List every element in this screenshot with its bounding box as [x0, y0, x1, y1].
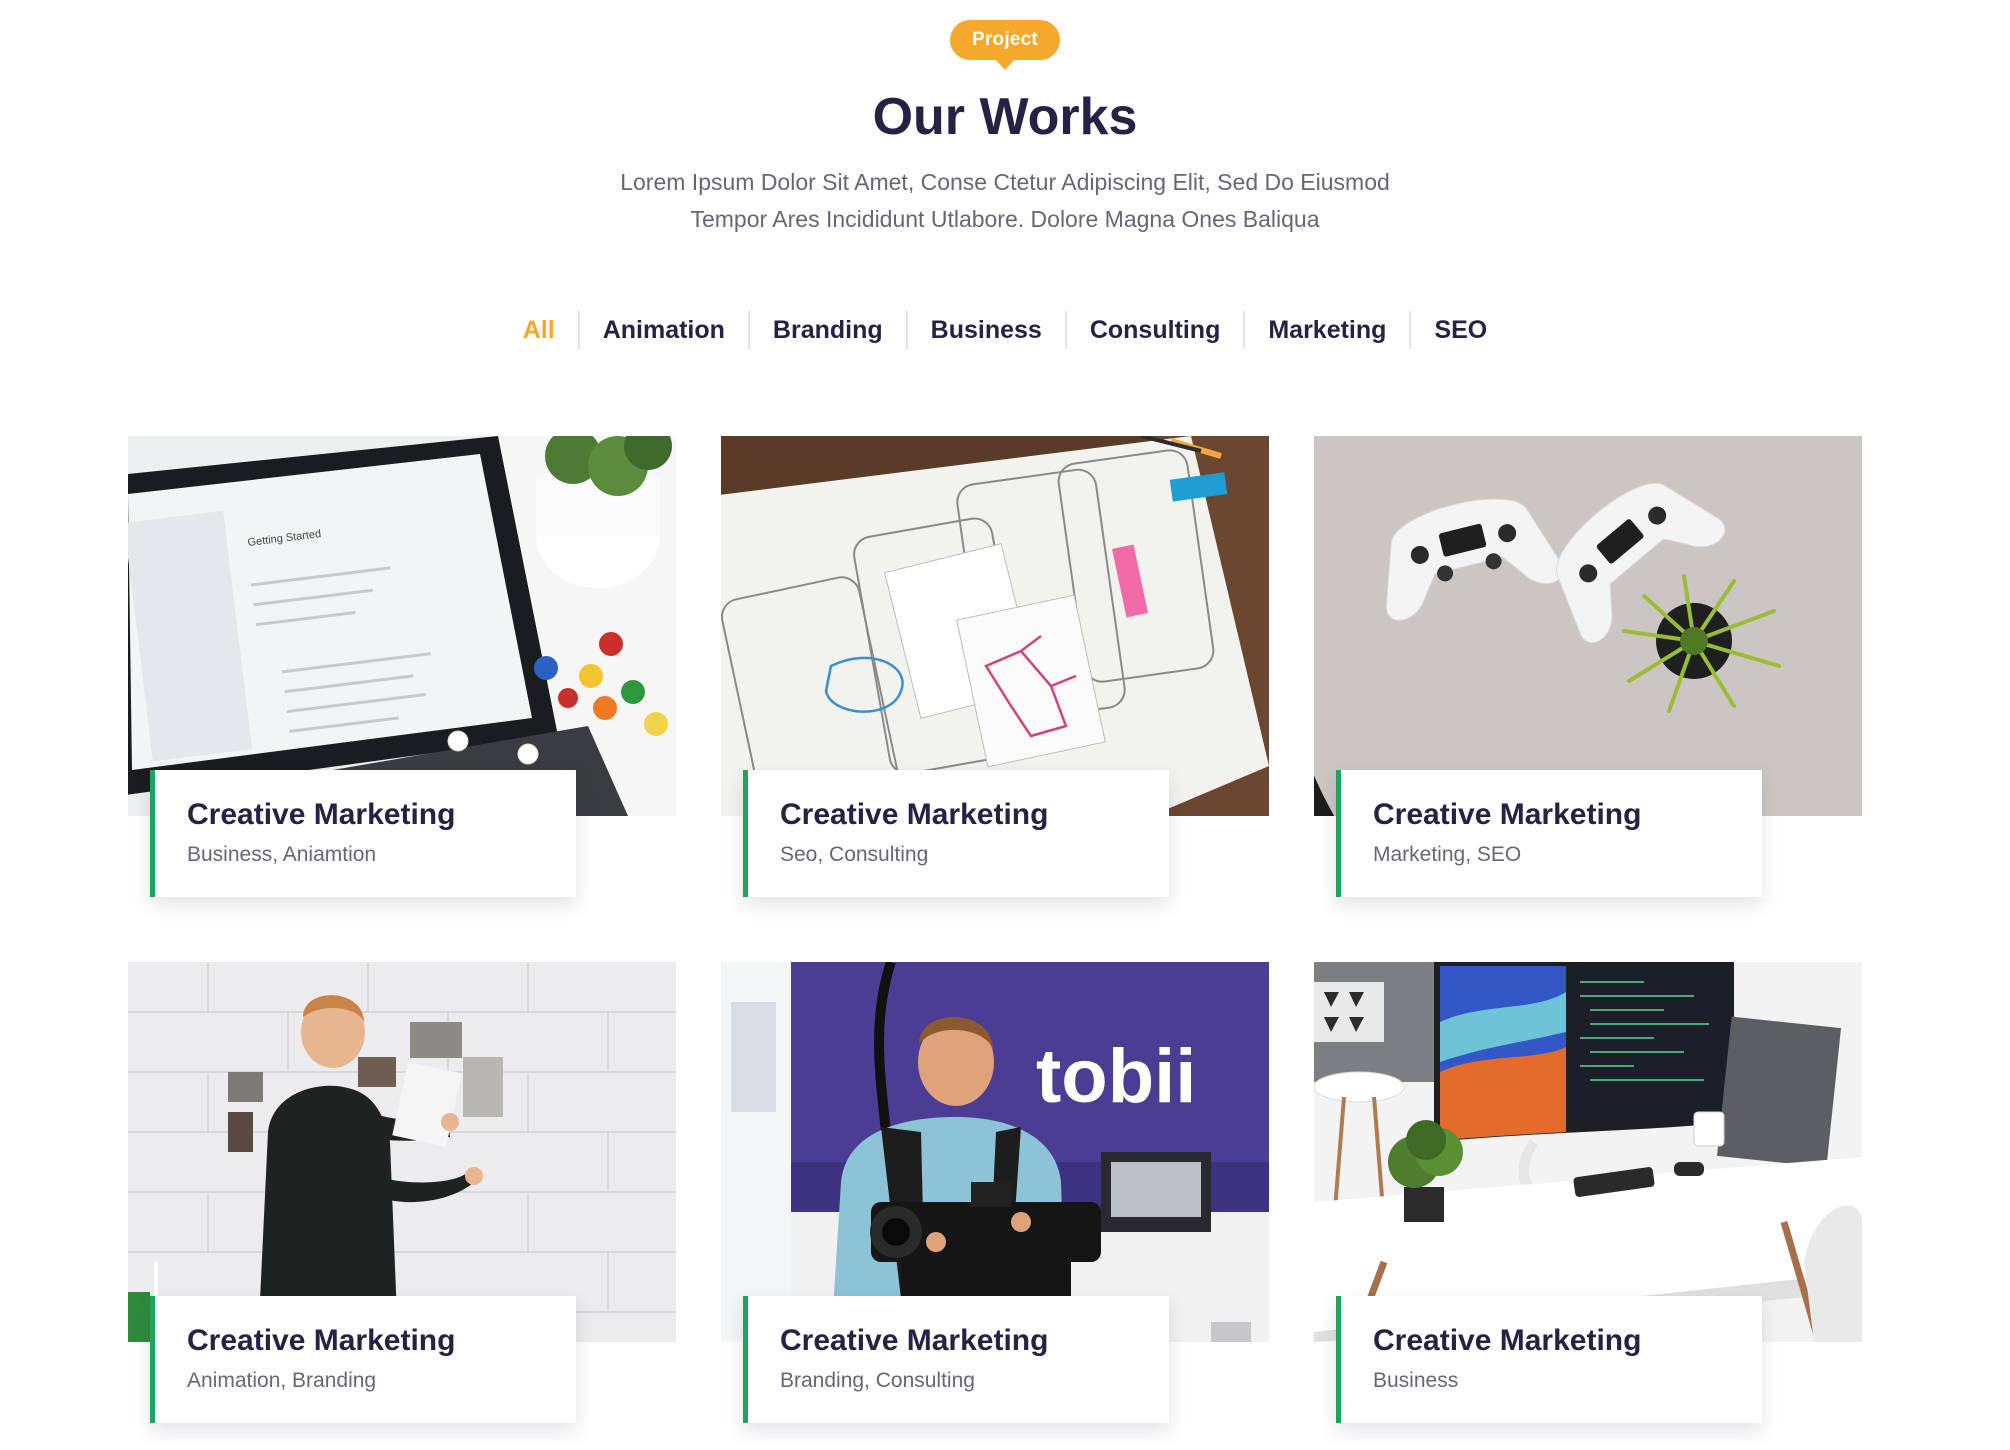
tablet-desk-photo: Getting Started: [128, 436, 676, 816]
work-title[interactable]: Creative Marketing: [187, 1322, 576, 1360]
work-image-controllers[interactable]: [1314, 436, 1862, 816]
tobii-sign: tobii: [1036, 1034, 1196, 1119]
filter-animation[interactable]: Animation: [577, 311, 748, 349]
subtitle-line-1: Lorem Ipsum Dolor Sit Amet, Conse Ctetur…: [620, 169, 1390, 195]
work-title[interactable]: Creative Marketing: [780, 1322, 1169, 1360]
work-title[interactable]: Creative Marketing: [780, 796, 1169, 834]
filter-consulting[interactable]: Consulting: [1064, 311, 1244, 349]
wireframe-sketches-photo: [721, 436, 1269, 816]
filter-branding[interactable]: Branding: [747, 311, 906, 349]
filter-marketing[interactable]: Marketing: [1243, 311, 1409, 349]
work-tags: Animation, Branding: [187, 1369, 377, 1392]
badge-pointer: [994, 59, 1015, 70]
work-tags: Seo, Consulting: [780, 843, 929, 866]
work-image-wireframes[interactable]: [721, 436, 1269, 816]
work-caption: Creative Marketing Business, Aniamtion: [150, 770, 576, 897]
work-title[interactable]: Creative Marketing: [1373, 796, 1762, 834]
work-card[interactable]: Creative Marketing Marketing, SEO: [1314, 436, 1862, 900]
work-image-tablet[interactable]: Getting Started: [128, 436, 676, 816]
filter-business[interactable]: Business: [905, 311, 1065, 349]
work-tags: Branding, Consulting: [780, 1369, 975, 1392]
work-card[interactable]: Creative Marketing Business: [1314, 962, 1862, 1426]
page-title: Our Works: [872, 88, 1138, 146]
camera-operator-photo: tobii: [721, 962, 1269, 1342]
moodboard-wall-photo: [128, 962, 676, 1342]
work-card[interactable]: Creative Marketing Seo, Consulting: [721, 436, 1269, 900]
works-grid: Getting Started Creative Marketing Busin…: [128, 436, 1862, 1426]
section-badge-wrap: Project: [0, 20, 2010, 70]
work-title[interactable]: Creative Marketing: [1373, 1322, 1762, 1360]
work-tags: Business, Aniamtion: [187, 843, 377, 866]
work-card[interactable]: Getting Started Creative Marketing Busin…: [128, 436, 676, 900]
work-image-camera-operator[interactable]: tobii: [721, 962, 1269, 1342]
workspace-monitor-photo: [1314, 962, 1862, 1342]
filter-seo[interactable]: SEO: [1409, 311, 1510, 349]
work-title[interactable]: Creative Marketing: [187, 796, 576, 834]
work-caption: Creative Marketing Marketing, SEO: [1336, 770, 1762, 897]
work-image-moodboard[interactable]: [128, 962, 676, 1342]
section-badge: Project: [950, 20, 1060, 70]
work-caption: Creative Marketing Branding, Consulting: [743, 1296, 1169, 1423]
portfolio-filter-bar: All Animation Branding Business Consulti…: [0, 311, 2010, 349]
work-card[interactable]: Creative Marketing Animation, Branding: [128, 962, 676, 1426]
work-tags: Marketing, SEO: [1373, 843, 1522, 866]
work-caption: Creative Marketing Seo, Consulting: [743, 770, 1169, 897]
filter-all[interactable]: All: [500, 311, 578, 349]
game-controllers-photo: [1314, 436, 1862, 816]
work-caption: Creative Marketing Business: [1336, 1296, 1762, 1423]
section-subtitle: Lorem Ipsum Dolor Sit Amet, Conse Ctetur…: [500, 164, 1510, 238]
work-tags: Business: [1373, 1369, 1459, 1392]
section-badge-label: Project: [972, 29, 1038, 50]
subtitle-line-2: Tempor Ares Incididunt Utlabore. Dolore …: [690, 206, 1320, 232]
work-image-workspace[interactable]: [1314, 962, 1862, 1342]
work-card[interactable]: tobii Creative Marketing Branding, Consu…: [721, 962, 1269, 1426]
work-caption: Creative Marketing Animation, Branding: [150, 1296, 576, 1423]
